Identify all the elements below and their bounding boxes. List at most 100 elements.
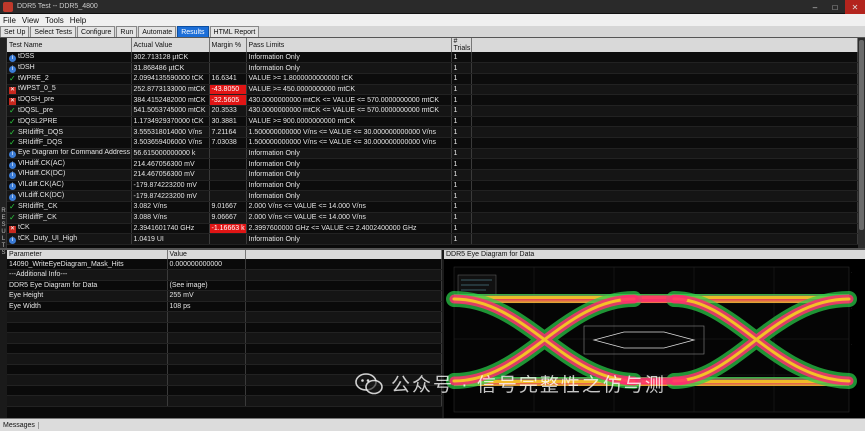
filler-cell xyxy=(245,301,442,312)
pass-limits-cell: Information Only xyxy=(246,52,452,64)
empty-cell xyxy=(7,311,168,323)
maximize-icon[interactable]: □ xyxy=(825,0,845,14)
empty-cell xyxy=(7,395,168,407)
results-table-panel: Test Name Actual Value Margin % Pass Lim… xyxy=(7,38,858,248)
results-row[interactable]: ✓ tDQSL_pre 541.5053745000 mtCK 20.3533 430.… xyxy=(7,105,858,117)
test-name: Eye Diagram for Command Address xyxy=(18,149,131,157)
app-icon xyxy=(3,1,13,12)
trials-cell: 1 xyxy=(451,94,472,106)
filler-cell xyxy=(471,223,858,235)
empty-cell xyxy=(7,343,168,354)
results-row[interactable]: ✓ SRIdiffF_CK 3.088 V/ns 9.06667 2.000 V/ns … xyxy=(7,212,858,224)
menu-file[interactable]: File xyxy=(0,16,19,25)
actual-value-cell: 2.0994135590000 tCK xyxy=(131,73,210,85)
results-row[interactable]: i VIHdiff.CK(DC) 214.467056300 mV Informati… xyxy=(7,169,858,181)
test-name: VILdiff.CK(DC) xyxy=(18,191,65,199)
messages-tab[interactable]: Messages xyxy=(0,421,39,429)
trials-cell: 1 xyxy=(451,201,472,213)
margin-cell xyxy=(209,148,247,160)
col-margin[interactable]: Margin % xyxy=(209,38,247,52)
empty-cell xyxy=(245,322,442,333)
tab-select-tests[interactable]: Select Tests xyxy=(30,26,77,37)
trials-cell: 1 xyxy=(451,233,472,245)
margin-cell: 9.01667 xyxy=(209,201,247,213)
menu-view[interactable]: View xyxy=(19,16,42,25)
col-test-name[interactable]: Test Name xyxy=(7,38,132,52)
params-empty-row xyxy=(7,332,442,344)
menu-tools[interactable]: Tools xyxy=(42,16,67,25)
empty-cell xyxy=(245,332,442,344)
actual-value-cell: 31.868486 µtCK xyxy=(131,62,210,74)
pass-limits-cell: 1.500000000000 V/ns <= VALUE <= 30.00000… xyxy=(246,137,452,149)
menu-help[interactable]: Help xyxy=(67,16,89,25)
filler-cell xyxy=(471,116,858,128)
params-row[interactable]: 14090_WriteEyeDiagram_Mask_Hits 0.0000000… xyxy=(7,259,442,270)
empty-cell xyxy=(245,343,442,354)
test-name-cell: ✓ SRIdiffR_DQS xyxy=(7,126,132,138)
results-row[interactable]: ✕ tDQSH_pre 384.4152482000 mtCK -32.5605 430… xyxy=(7,94,858,106)
filler-cell xyxy=(245,269,442,281)
tab-html-report[interactable]: HTML Report xyxy=(209,26,260,37)
results-row[interactable]: ✓ tDQSL2PRE 1.1734929370000 tCK 30.3881 VALU… xyxy=(7,116,858,128)
info-icon: i xyxy=(9,172,16,180)
trials-cell: 1 xyxy=(451,73,472,85)
filler-cell xyxy=(471,169,858,181)
col-pass-limits[interactable]: Pass Limits xyxy=(246,38,452,52)
actual-value-cell: 1.0419 UI xyxy=(131,233,210,245)
filler-cell xyxy=(245,290,442,302)
close-icon[interactable]: ✕ xyxy=(845,0,865,14)
pass-limits-cell: Information Only xyxy=(246,62,452,74)
filler-cell xyxy=(471,94,858,106)
results-row[interactable]: i Eye Diagram for Command Address 56.61500… xyxy=(7,148,858,160)
svg-text:.: . xyxy=(851,269,852,274)
scrollbar-thumb[interactable] xyxy=(859,40,864,230)
results-sidebar: RESULTS xyxy=(0,38,7,256)
tab-configure[interactable]: Configure xyxy=(77,26,116,37)
results-row[interactable]: i VILdiff.CK(AC) -179.874223200 mV Informat… xyxy=(7,180,858,192)
window-title: DDR5 Test -- DDR5_4800 xyxy=(17,3,98,10)
actual-value-cell: 214.467056300 mV xyxy=(131,158,210,171)
info-icon: i xyxy=(9,65,16,73)
params-row[interactable]: Eye Width 108 ps xyxy=(7,301,442,312)
results-row[interactable]: ✓ SRIdiffF_DQS 3.503659406000 V/ns 7.03038 1… xyxy=(7,137,858,149)
results-row[interactable]: ✓ tWPRE_2 2.0994135590000 tCK 16.6341 VALUE … xyxy=(7,73,858,85)
pass-limits-cell: 2.000 V/ns <= VALUE <= 14.000 V/ns xyxy=(246,212,452,224)
empty-cell xyxy=(167,322,246,333)
results-row[interactable]: i VIHdiff.CK(AC) 214.467056300 mV Informati… xyxy=(7,158,858,171)
svg-text:.: . xyxy=(851,341,852,346)
empty-cell xyxy=(167,385,246,396)
results-row[interactable]: i VILdiff.CK(DC) -179.874223200 mV Informat… xyxy=(7,190,858,203)
filler-cell xyxy=(245,280,442,291)
minimize-icon[interactable]: – xyxy=(805,0,825,14)
tab-run[interactable]: Run xyxy=(116,26,138,37)
tab-automate[interactable]: Automate xyxy=(138,26,177,37)
col-trials[interactable]: # Trials xyxy=(451,38,472,52)
empty-cell xyxy=(245,353,442,365)
trials-cell: 1 xyxy=(451,52,472,64)
trials-cell: 1 xyxy=(451,169,472,181)
parameter-cell: DDR5 Eye Diagram for Data xyxy=(7,280,168,291)
actual-value-cell: 2.3941601740 GHz xyxy=(131,223,210,235)
col-actual-value[interactable]: Actual Value xyxy=(131,38,210,52)
info-icon: i xyxy=(9,161,16,169)
tab-results[interactable]: Results xyxy=(177,26,209,37)
test-name: tWPRE_2 xyxy=(18,75,49,83)
margin-cell: 7.03038 xyxy=(209,137,247,149)
results-row[interactable]: ✕ tCK 2.3941601740 GHz -1.16663 k 2.39976000… xyxy=(7,223,858,235)
params-row[interactable]: Eye Height 255 mV xyxy=(7,290,442,302)
results-row[interactable]: i tDSH 31.868486 µtCK Information Only 1 xyxy=(7,62,858,74)
params-row[interactable]: ---Additional Info--- xyxy=(7,269,442,281)
results-row[interactable]: ✕ tWPST_0_5 252.8773133000 mtCK -43.8050 VAL… xyxy=(7,84,858,96)
results-row[interactable]: ✓ SRIdiffR_CK 3.082 V/ns 9.01667 2.000 V/ns … xyxy=(7,201,858,213)
results-row[interactable]: i tCK_Duty_UI_High 1.0419 UI Information On… xyxy=(7,233,858,245)
tab-set-up[interactable]: Set Up xyxy=(0,26,30,37)
margin-cell xyxy=(209,180,247,192)
params-row[interactable]: DDR5 Eye Diagram for Data (See image) xyxy=(7,280,442,291)
results-row[interactable]: i tDSS 302.713128 µtCK Information Only 1 xyxy=(7,52,858,64)
test-name-cell: i VILdiff.CK(DC) xyxy=(7,190,132,203)
results-scrollbar[interactable] xyxy=(858,38,865,248)
results-row[interactable]: ✓ SRIdiffR_DQS 3.555318014000 V/ns 7.21164 1… xyxy=(7,126,858,138)
empty-cell xyxy=(167,311,246,323)
parameter-cell: ---Additional Info--- xyxy=(7,269,168,281)
test-name: SRIdiffF_CK xyxy=(18,214,57,222)
